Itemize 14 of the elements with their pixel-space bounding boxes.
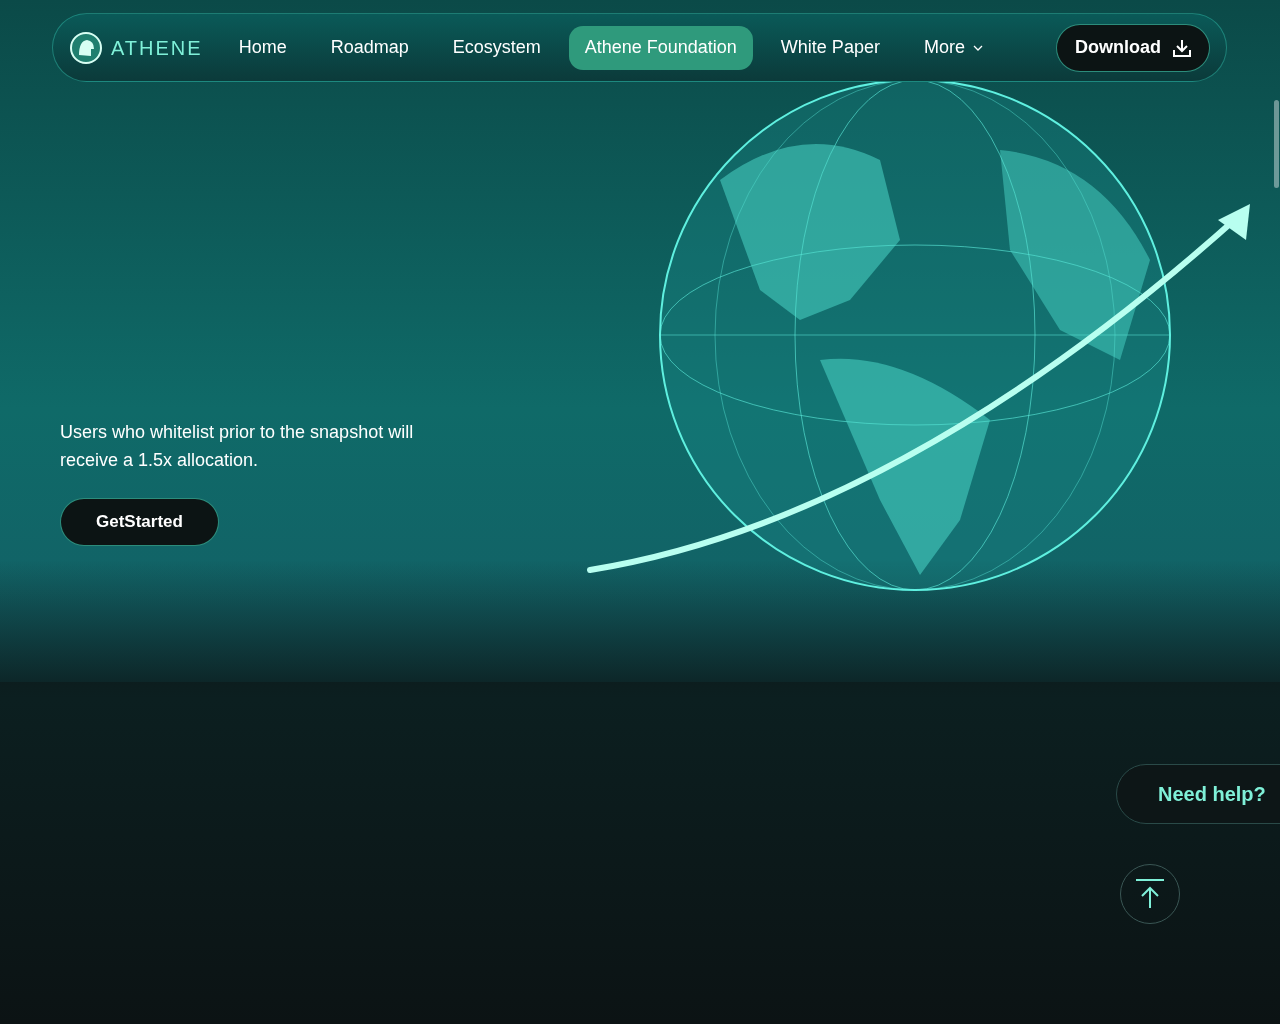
logo-icon bbox=[69, 30, 103, 65]
logo-wordmark: ATHENE bbox=[111, 35, 203, 61]
hero-text: Users who whitelist prior to the snapshot will receive a 1.5x allocation. bbox=[60, 421, 415, 472]
arrow-up-icon bbox=[1135, 878, 1165, 910]
nav-link[interactable]: Ecosystem bbox=[436, 25, 557, 70]
download-icon bbox=[1173, 38, 1191, 57]
help-button[interactable]: Need help? bbox=[1116, 764, 1280, 824]
chevron-down-icon bbox=[972, 44, 983, 51]
get-started-button[interactable]: GetStarted bbox=[60, 498, 219, 546]
nav-link[interactable]: Home bbox=[222, 25, 303, 70]
nav-link[interactable]: Roadmap bbox=[314, 25, 425, 70]
more-menu[interactable]: More bbox=[907, 25, 999, 70]
download-button[interactable]: Download bbox=[1056, 23, 1210, 72]
nav-link[interactable]: White Paper bbox=[764, 25, 896, 70]
